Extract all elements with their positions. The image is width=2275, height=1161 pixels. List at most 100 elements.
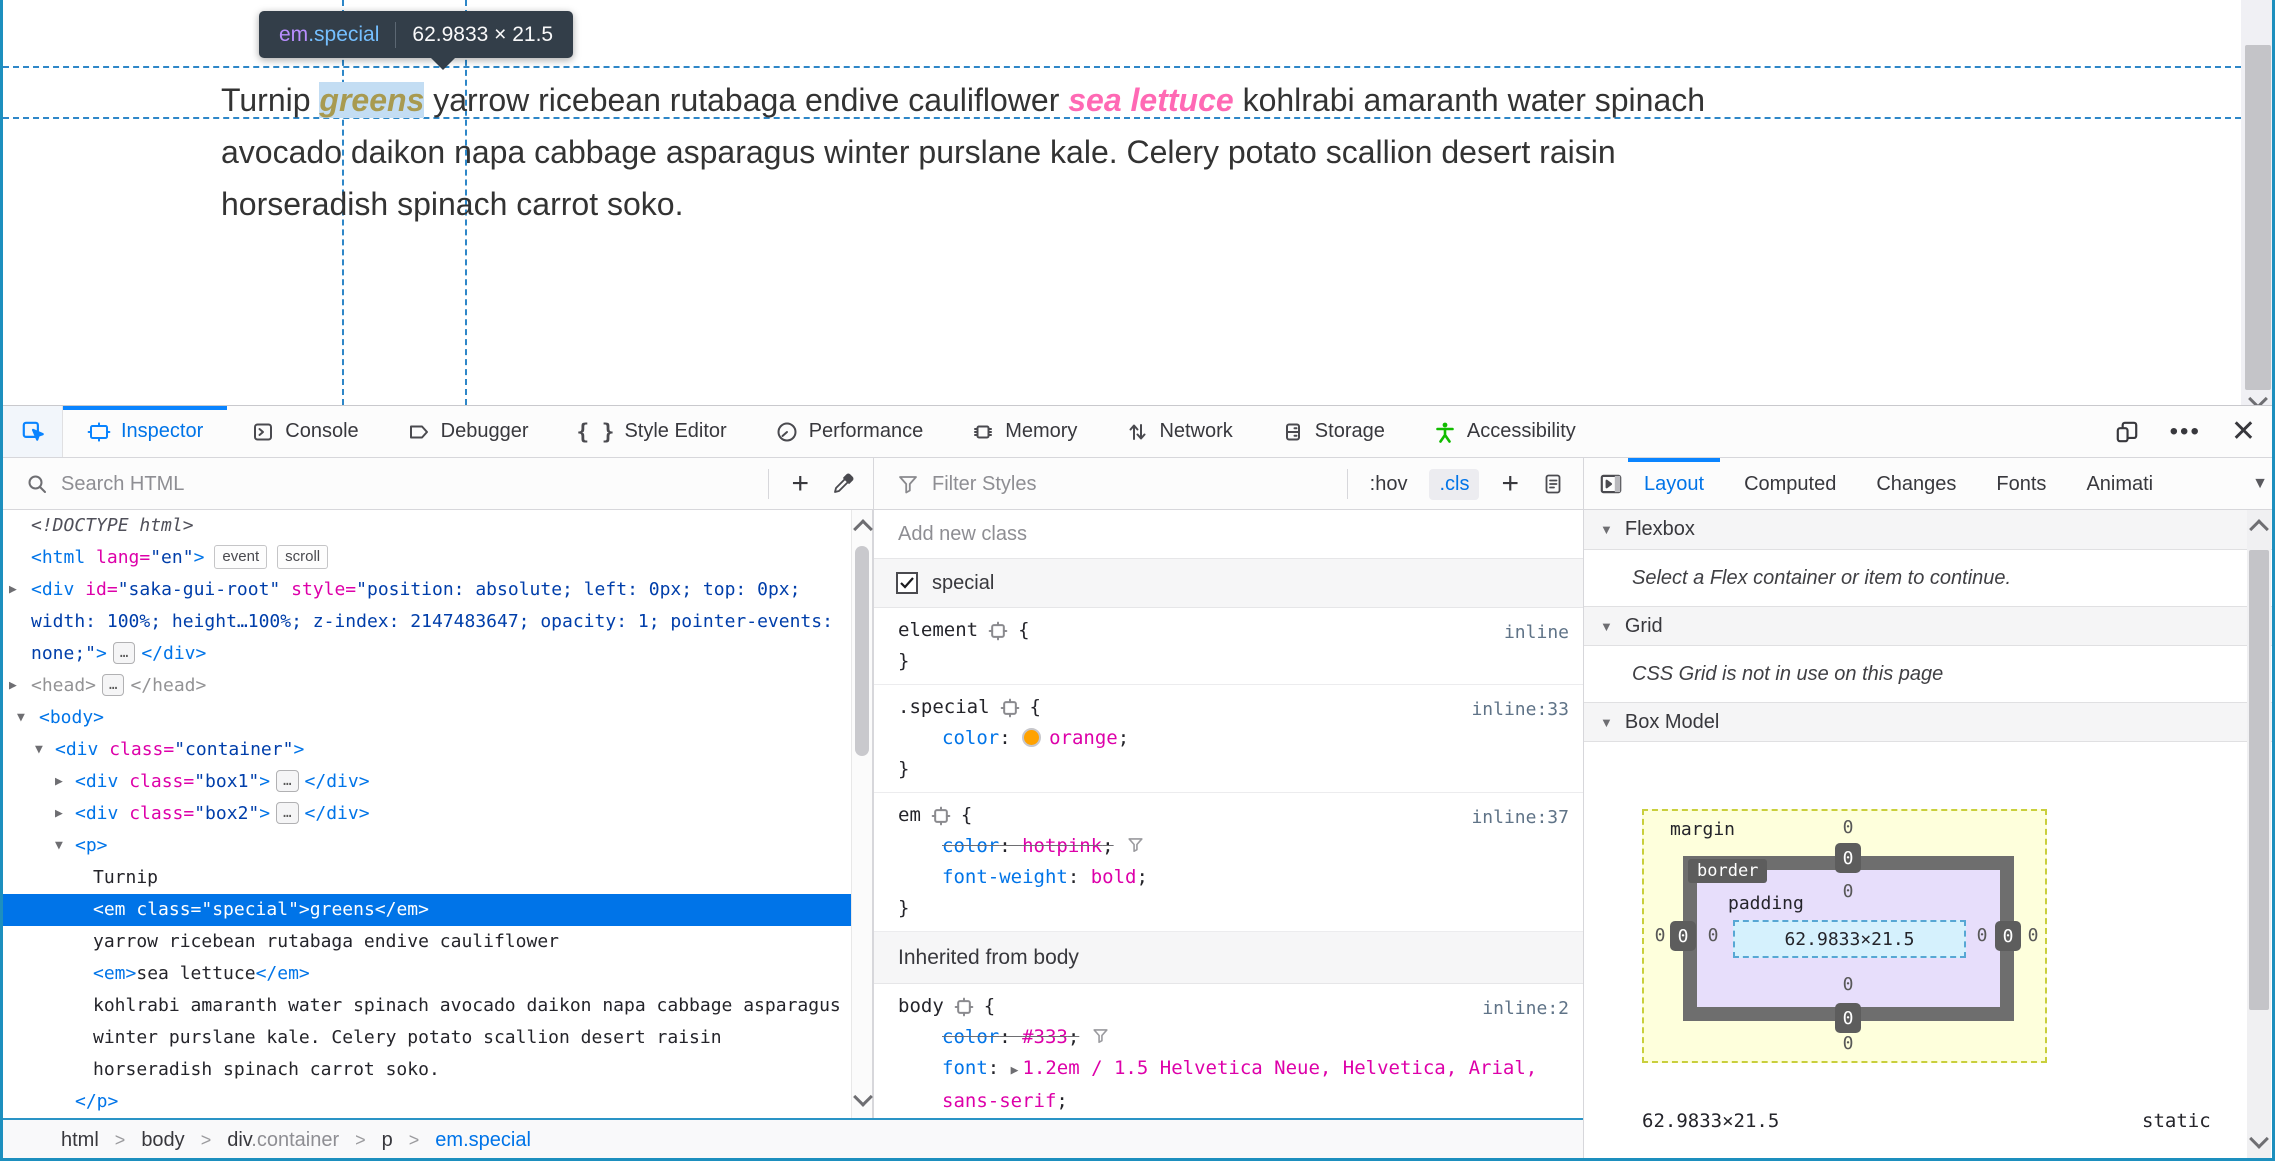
markup-scrollbar-down-arrow[interactable] [853, 1087, 873, 1107]
tree-row[interactable]: ▼ <body> [3, 702, 851, 734]
tab-performance[interactable]: Performance [751, 406, 948, 457]
expand-arrow-icon[interactable]: ▶ [55, 766, 63, 798]
all-tabs-dropdown-icon[interactable]: ▼ [2252, 475, 2272, 493]
breadcrumb-item-em-special[interactable]: em.special [435, 1129, 531, 1152]
page-scrollbar-thumb[interactable] [2245, 45, 2271, 390]
border-bottom-value[interactable]: 0 [1835, 1003, 1861, 1033]
sidebar-expand-icon[interactable] [1598, 471, 1624, 497]
filter-styles-input[interactable]: Filter Styles [932, 473, 1036, 496]
rule-selector[interactable]: em [898, 800, 921, 831]
stylesheet-icon[interactable] [1541, 472, 1565, 496]
tab-storage[interactable]: Storage [1257, 406, 1409, 457]
node-picker-button[interactable] [3, 406, 63, 457]
sidebar-tab-layout[interactable]: Layout [1624, 458, 1724, 510]
property-value[interactable]: bold [1091, 866, 1137, 888]
border-top-value[interactable]: 0 [1835, 843, 1861, 873]
tree-row[interactable]: ▼ <p> [3, 830, 851, 862]
layout-scrollbar-thumb[interactable] [2249, 550, 2269, 1010]
overridden-filter-icon[interactable] [1091, 1026, 1110, 1045]
tree-row[interactable]: ▶ <div id="saka-gui-root" style="position… [3, 574, 851, 670]
inline-expander[interactable]: … [112, 642, 136, 664]
sidebar-tab-changes[interactable]: Changes [1856, 458, 1976, 510]
overridden-filter-icon[interactable] [1126, 835, 1145, 854]
pseudo-class-hov-button[interactable]: :hov [1370, 473, 1408, 496]
box-model-content-box[interactable]: 62.9833×21.5 [1733, 920, 1966, 958]
collapse-arrow-icon[interactable]: ▼ [55, 830, 63, 862]
css-declaration[interactable]: color: hotpink; [898, 831, 1583, 862]
add-rule-button[interactable]: + [1501, 469, 1519, 499]
rule-selector[interactable]: .special [898, 692, 990, 723]
boxmodel-section-header[interactable]: ▼ Box Model [1584, 702, 2272, 742]
markup-scrollbar-thumb[interactable] [855, 546, 869, 756]
tab-style-editor[interactable]: { } Style Editor [553, 406, 751, 457]
breadcrumb-item-html[interactable]: html [61, 1129, 99, 1152]
sidebar-tab-fonts[interactable]: Fonts [1976, 458, 2066, 510]
property-name[interactable]: font [942, 1057, 988, 1079]
rule-selector[interactable]: element [898, 615, 978, 646]
rule-source-link[interactable]: inline:33 [1471, 694, 1569, 725]
breadcrumb-item-p[interactable]: p [382, 1129, 393, 1152]
tree-row[interactable]: <em>sea lettuce</em> [3, 958, 851, 990]
border-right-value[interactable]: 0 [1995, 921, 2021, 951]
property-name[interactable]: color [942, 835, 999, 857]
eyedropper-icon[interactable] [831, 472, 855, 496]
expand-arrow-icon[interactable]: ▶ [9, 574, 17, 606]
property-name[interactable]: color [942, 1026, 999, 1048]
flexbox-section-header[interactable]: ▼ Flexbox [1584, 510, 2272, 550]
inline-expander[interactable]: … [102, 674, 125, 696]
property-value[interactable]: #333 [1022, 1026, 1068, 1048]
class-panel-toggle-button[interactable]: .cls [1429, 468, 1480, 500]
markup-scrollbar-up-arrow[interactable] [853, 519, 873, 539]
rule-source-link[interactable]: inline:37 [1471, 802, 1569, 833]
css-declaration[interactable]: font-weight: normal; [898, 1117, 1583, 1118]
expand-arrow-icon[interactable]: ▶ [55, 798, 63, 830]
search-input[interactable]: Search HTML [61, 473, 184, 496]
markup-scrollbar-track[interactable] [851, 510, 873, 1118]
tab-console[interactable]: Console [227, 406, 382, 457]
css-declaration[interactable]: font-weight: bold; [898, 862, 1583, 893]
property-name[interactable]: font-weight [942, 866, 1068, 888]
sidebar-tab-animati[interactable]: Animati [2066, 458, 2173, 510]
property-value[interactable]: orange [1049, 727, 1118, 749]
tree-row[interactable]: ▶ <div class="box1">… </div> [3, 766, 851, 798]
padding-bottom-value[interactable]: 0 [1833, 974, 1863, 995]
rule-source-link[interactable]: inline:2 [1482, 993, 1569, 1024]
padding-left-value[interactable]: 0 [1698, 925, 1728, 946]
css-declaration[interactable]: color: #333; [898, 1022, 1583, 1053]
tab-accessibility[interactable]: Accessibility [1409, 406, 1600, 457]
padding-right-value[interactable]: 0 [1967, 925, 1997, 946]
rule-source-link[interactable]: inline [1504, 617, 1569, 648]
margin-top-value[interactable]: 0 [1833, 817, 1863, 838]
selector-highlighter-icon[interactable] [988, 621, 1008, 641]
tree-row[interactable]: yarrow ricebean rutabaga endive cauliflo… [3, 926, 851, 958]
markup-badge[interactable]: event [214, 545, 268, 569]
tab-memory[interactable]: Memory [947, 406, 1101, 457]
tree-row[interactable]: </p> [3, 1086, 851, 1118]
tree-row-selected[interactable]: <em class="special">greens</em> [3, 894, 851, 926]
selector-highlighter-icon[interactable] [931, 806, 951, 826]
add-new-class-input[interactable]: Add new class [898, 523, 1027, 546]
shorthand-expander-icon[interactable]: ▶ [1011, 1063, 1019, 1078]
breadcrumb-item-div[interactable]: div.container [227, 1129, 339, 1152]
sidebar-tab-computed[interactable]: Computed [1724, 458, 1856, 510]
tree-row[interactable]: kohlrabi amaranth water spinach avocado … [3, 990, 851, 1086]
margin-right-value[interactable]: 0 [2018, 925, 2048, 946]
tree-row[interactable]: Turnip [3, 862, 851, 894]
tab-debugger[interactable]: Debugger [383, 406, 553, 457]
property-value[interactable]: hotpink [1022, 835, 1102, 857]
color-swatch[interactable] [1022, 728, 1042, 747]
property-value[interactable]: 1.2em / 1.5 Helvetica Neue, Helvetica, A… [942, 1057, 1537, 1112]
grid-section-header[interactable]: ▼ Grid [1584, 606, 2272, 646]
collapse-arrow-icon[interactable]: ▼ [17, 702, 25, 734]
tab-inspector[interactable]: Inspector [63, 406, 228, 457]
css-declaration[interactable]: font: ▶ 1.2em / 1.5 Helvetica Neue, Helve… [898, 1053, 1583, 1117]
class-checkbox[interactable] [896, 572, 918, 594]
meatball-menu-icon[interactable]: ••• [2170, 418, 2201, 446]
tree-row[interactable]: ▶ <head>… </head> [3, 670, 851, 702]
property-name[interactable]: color [942, 727, 999, 749]
tree-row[interactable]: ▶ <div class="box2">… </div> [3, 798, 851, 830]
collapse-arrow-icon[interactable]: ▼ [35, 734, 43, 766]
border-left-value[interactable]: 0 [1670, 921, 1696, 951]
margin-bottom-value[interactable]: 0 [1833, 1033, 1863, 1054]
inline-expander[interactable]: … [276, 770, 299, 792]
